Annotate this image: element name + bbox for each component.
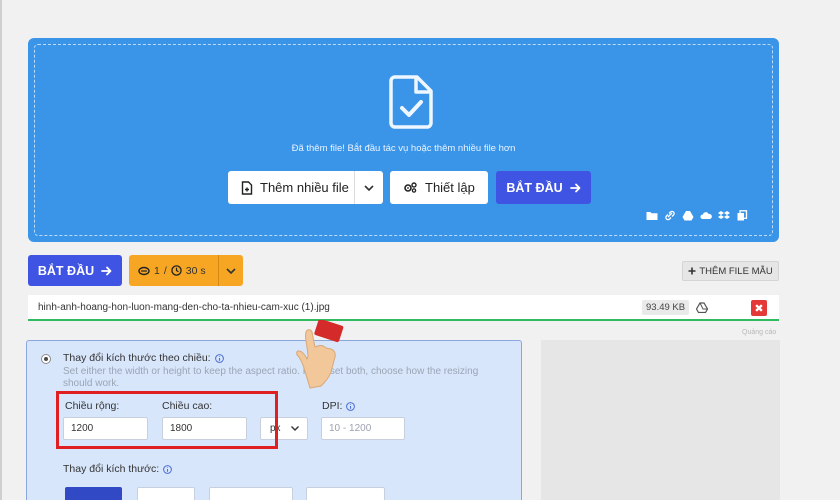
clock-icon <box>171 265 182 276</box>
size-option-1[interactable] <box>65 487 122 500</box>
save-to-drive-icon[interactable] <box>696 302 708 313</box>
chevron-down-icon <box>364 184 374 191</box>
resize-by-dimension-radio[interactable] <box>41 354 51 364</box>
pointing-hand-icon <box>296 320 344 389</box>
left-edge <box>0 0 2 500</box>
add-sample-file-button[interactable]: THÊM FILE MẪU <box>682 261 779 281</box>
counter-time: 30 s <box>185 264 206 277</box>
drop-zone-border: Đã thêm file! Bắt đầu tác vụ hoặc thêm n… <box>34 44 773 236</box>
file-list-item: hinh-anh-hoang-hon-luon-mang-den-cho-ta-… <box>28 295 779 321</box>
size-option-4[interactable] <box>306 487 385 500</box>
add-more-files-button[interactable]: Thêm nhiều file <box>228 171 383 204</box>
drop-zone-message: Đã thêm file! Bắt đầu tác vụ hoặc thêm n… <box>291 143 516 154</box>
folder-icon[interactable] <box>646 210 658 221</box>
file-size-badge: 93.49 KB <box>642 300 690 315</box>
link-icon[interactable] <box>664 210 676 221</box>
counter-files: 1 <box>154 264 160 277</box>
start-label: BẮT ĐẦU <box>506 180 563 195</box>
resize-by-dimension-label: Thay đổi kích thước theo chiều: <box>63 352 211 364</box>
file-add-icon <box>241 180 253 195</box>
gears-icon <box>404 182 417 193</box>
start-button-top[interactable]: BẮT ĐẦU <box>496 171 591 204</box>
delete-file-button[interactable]: ✖ <box>751 300 767 316</box>
chevron-down-icon <box>290 426 299 431</box>
file-check-icon <box>389 75 433 129</box>
resize-by-dimension-title: Thay đổi kích thước theo chiều: <box>63 352 224 364</box>
settings-label: Thiết lập <box>425 180 475 195</box>
size-option-2[interactable] <box>137 487 195 500</box>
ad-area <box>541 340 780 500</box>
google-drive-icon[interactable] <box>682 210 694 221</box>
info-icon[interactable] <box>346 401 356 411</box>
info-icon[interactable] <box>214 353 224 363</box>
file-time-counter-button[interactable]: 1 / 30 s <box>129 255 243 286</box>
resize-by-size-title: Thay đổi kích thước: <box>63 463 173 475</box>
dpi-input[interactable]: 10 - 1200 <box>321 417 405 440</box>
file-name: hinh-anh-hoang-hon-luon-mang-den-cho-ta-… <box>38 301 330 313</box>
resize-by-size-label: Thay đổi kích thước: <box>63 463 160 475</box>
arrow-right-icon <box>569 183 581 192</box>
add-more-files-label: Thêm nhiều file <box>260 180 349 195</box>
ad-label: Quảng cáo <box>742 329 777 336</box>
start-button[interactable]: BẮT ĐẦU <box>28 255 122 286</box>
counter-dropdown-toggle[interactable] <box>219 267 243 274</box>
add-sample-label: THÊM FILE MẪU <box>699 265 773 277</box>
size-option-3[interactable] <box>209 487 293 500</box>
add-more-dropdown-toggle[interactable] <box>355 171 383 204</box>
resize-options-panel: Thay đổi kích thước theo chiều: Set eith… <box>26 340 522 500</box>
onedrive-icon[interactable] <box>700 210 712 221</box>
start-label: BẮT ĐẦU <box>37 263 95 278</box>
upload-source-icons <box>646 210 748 221</box>
file-drop-zone[interactable]: Đã thêm file! Bắt đầu tác vụ hoặc thêm n… <box>28 38 779 242</box>
arrow-right-icon <box>101 266 112 275</box>
dpi-label: DPI: <box>322 400 356 412</box>
chevron-down-icon <box>226 267 236 274</box>
copy-icon[interactable] <box>736 210 748 221</box>
plus-icon <box>688 267 696 275</box>
settings-button[interactable]: Thiết lập <box>390 171 488 204</box>
counter-separator: / <box>163 264 167 277</box>
dpi-label-text: DPI: <box>322 400 343 412</box>
width-height-highlight-box <box>56 391 278 449</box>
dropbox-icon[interactable] <box>718 210 730 221</box>
info-icon[interactable] <box>163 464 173 474</box>
coins-icon <box>138 266 150 275</box>
